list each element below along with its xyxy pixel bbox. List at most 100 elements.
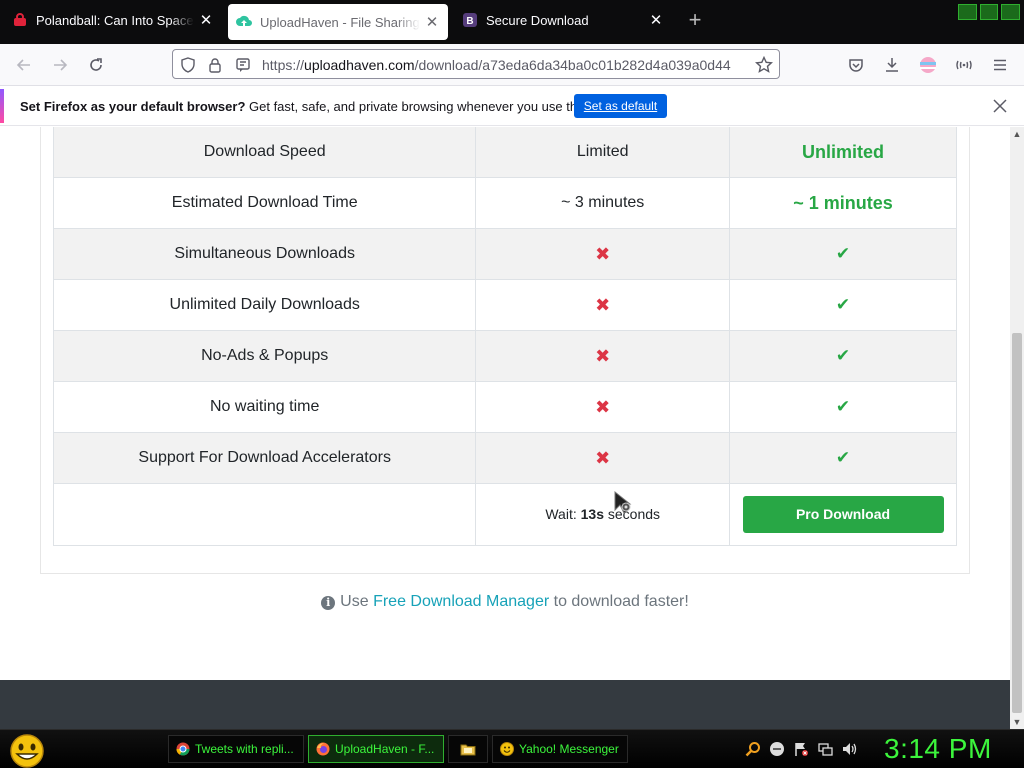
notification-title: Set Firefox as your default browser?	[20, 99, 246, 114]
table-row: No-Ads & Popups ✖ ✔	[52, 330, 957, 382]
check-mark-icon: ✔	[835, 244, 851, 263]
wait-seconds: 13s	[580, 505, 604, 522]
scroll-up-arrow-icon[interactable]: ▲	[1010, 127, 1024, 141]
fdm-prefix: Use	[340, 593, 374, 610]
svg-text:B: B	[466, 16, 473, 27]
close-tab-icon[interactable]: ✕	[198, 12, 214, 29]
pocket-icon	[849, 59, 863, 72]
taskbar-item-uploadhaven[interactable]: UploadHaven - F...	[308, 735, 444, 763]
tracking-protection-shield-icon[interactable]	[179, 56, 197, 74]
tab-polandball[interactable]: Polandball: Can Into Space! Fre ✕	[4, 0, 222, 40]
downloads-button[interactable]	[880, 53, 904, 77]
pro-plan-cell: ✔	[729, 330, 957, 382]
table-row: Support For Download Accelerators ✖ ✔	[52, 432, 957, 484]
network-icon[interactable]	[816, 740, 834, 758]
vertical-scrollbar[interactable]: ▲ ▼	[1010, 127, 1024, 729]
table-row: Unlimited Daily Downloads ✖ ✔	[52, 279, 957, 331]
free-plan-cell: ✖	[475, 279, 731, 331]
taskbar-item-label: Tweets with repli...	[195, 742, 294, 756]
scroll-thumb[interactable]	[1012, 333, 1022, 713]
back-button[interactable]	[12, 53, 36, 77]
start-smiley-icon[interactable]	[7, 732, 47, 768]
free-plan-cell: ✖	[475, 330, 731, 382]
bootstrap-icon: B	[462, 12, 478, 28]
download-action-row: Wait: 13s seconds Pro Download	[52, 483, 957, 546]
notification-text: Get fast, safe, and private browsing whe…	[245, 99, 616, 114]
tab-secure-download[interactable]: B Secure Download ✕	[454, 0, 672, 40]
pro-plan-cell: ~ 1 minutes	[729, 177, 957, 229]
pro-plan-cell: ✔	[729, 279, 957, 331]
messenger-status-icon[interactable]	[768, 740, 786, 758]
lock-icon[interactable]	[206, 56, 224, 74]
reload-button[interactable]	[84, 53, 108, 77]
scroll-down-arrow-icon[interactable]: ▼	[1010, 715, 1024, 729]
cross-mark-icon: ✖	[595, 294, 611, 315]
maximize-button[interactable]	[979, 4, 999, 20]
app-menu-button[interactable]	[988, 53, 1012, 77]
cross-mark-icon: ✖	[595, 447, 611, 468]
close-tab-icon[interactable]: ✕	[424, 14, 440, 31]
taskbar-item-folder[interactable]	[448, 735, 488, 763]
close-window-button[interactable]	[1001, 4, 1021, 20]
pro-plan-value: ~ 1 minutes	[793, 192, 893, 213]
avatar-icon	[920, 57, 936, 73]
url-scheme: https://	[262, 57, 305, 73]
taskbar-item-yahoo-messenger[interactable]: Yahoo! Messenger	[492, 735, 628, 763]
action-center-flag-icon[interactable]	[792, 740, 810, 758]
close-notification-icon[interactable]	[990, 96, 1010, 116]
taskbar-item-tweets[interactable]: Tweets with repli...	[168, 735, 304, 763]
free-plan-value: ~ 3 minutes	[561, 194, 645, 211]
table-row: Download Speed Limited Unlimited	[52, 127, 957, 178]
close-tab-icon[interactable]: ✕	[648, 12, 664, 29]
pro-download-cell: Pro Download	[729, 483, 957, 546]
firefox-icon	[315, 741, 331, 757]
pro-plan-value: Unlimited	[802, 141, 885, 162]
wait-cell: Wait: 13s seconds	[475, 483, 731, 546]
pocket-button[interactable]	[844, 53, 868, 77]
tab-title: UploadHaven - File Sharing Ma	[260, 14, 420, 30]
new-tab-button[interactable]: +	[684, 9, 706, 32]
taskbar-clock[interactable]: 3:14 PM	[884, 733, 992, 765]
cross-mark-icon: ✖	[595, 396, 611, 417]
free-plan-cell: Limited	[475, 127, 731, 178]
feature-cell: No-Ads & Popups	[52, 330, 477, 382]
plan-comparison-table: Download Speed Limited Unlimited Estimated …	[52, 127, 957, 546]
free-plan-cell: ~ 3 minutes	[475, 177, 731, 229]
volume-speaker-icon[interactable]	[840, 740, 858, 758]
free-plan-cell: ✖	[475, 228, 731, 280]
hamburger-menu-icon	[994, 59, 1006, 71]
feature-cell: Support For Download Accelerators	[52, 432, 477, 484]
navigation-toolbar: https://uploadhaven.com/download/a73eda6…	[0, 44, 1024, 86]
taskbar-item-label: Yahoo! Messenger	[519, 742, 619, 756]
bookmark-star-icon[interactable]	[755, 56, 773, 74]
set-as-default-button[interactable]: Set as default	[574, 94, 667, 118]
free-plan-cell: ✖	[475, 432, 731, 484]
minimize-button[interactable]	[958, 4, 977, 20]
feature-cell: Unlimited Daily Downloads	[52, 279, 477, 331]
url-text[interactable]: https://uploadhaven.com/download/a73eda6…	[262, 57, 738, 73]
feature-cell: Download Speed	[52, 127, 477, 178]
search-magnifier-icon[interactable]	[744, 740, 762, 758]
page-footer	[0, 680, 1010, 729]
window-controls	[958, 4, 1021, 20]
account-button[interactable]	[916, 53, 940, 77]
tab-uploadhaven[interactable]: UploadHaven - File Sharing Ma ✕	[228, 4, 448, 40]
forward-button[interactable]	[48, 53, 72, 77]
extensions-button[interactable]	[952, 53, 976, 77]
cross-mark-icon: ✖	[595, 243, 611, 264]
fdm-promo: i Use Free Download Manager to download f…	[0, 593, 1010, 611]
url-host: uploadhaven.com	[304, 57, 415, 73]
page-permissions-icon[interactable]	[234, 56, 252, 74]
pro-download-button[interactable]: Pro Download	[742, 496, 944, 533]
check-mark-icon: ✔	[835, 295, 851, 314]
os-taskbar: Tweets with repli... UploadHaven - F... …	[0, 729, 1024, 768]
free-download-manager-link[interactable]: Free Download Manager	[373, 593, 549, 610]
check-mark-icon: ✔	[835, 397, 851, 416]
check-mark-icon: ✔	[835, 448, 851, 467]
reload-icon	[90, 58, 102, 71]
empty-cell	[52, 483, 477, 546]
address-bar[interactable]: https://uploadhaven.com/download/a73eda6…	[172, 49, 780, 79]
feature-cell: Simultaneous Downloads	[52, 228, 477, 280]
tab-title: Polandball: Can Into Space! Fre	[36, 12, 194, 28]
free-plan-cell: ✖	[475, 381, 731, 433]
